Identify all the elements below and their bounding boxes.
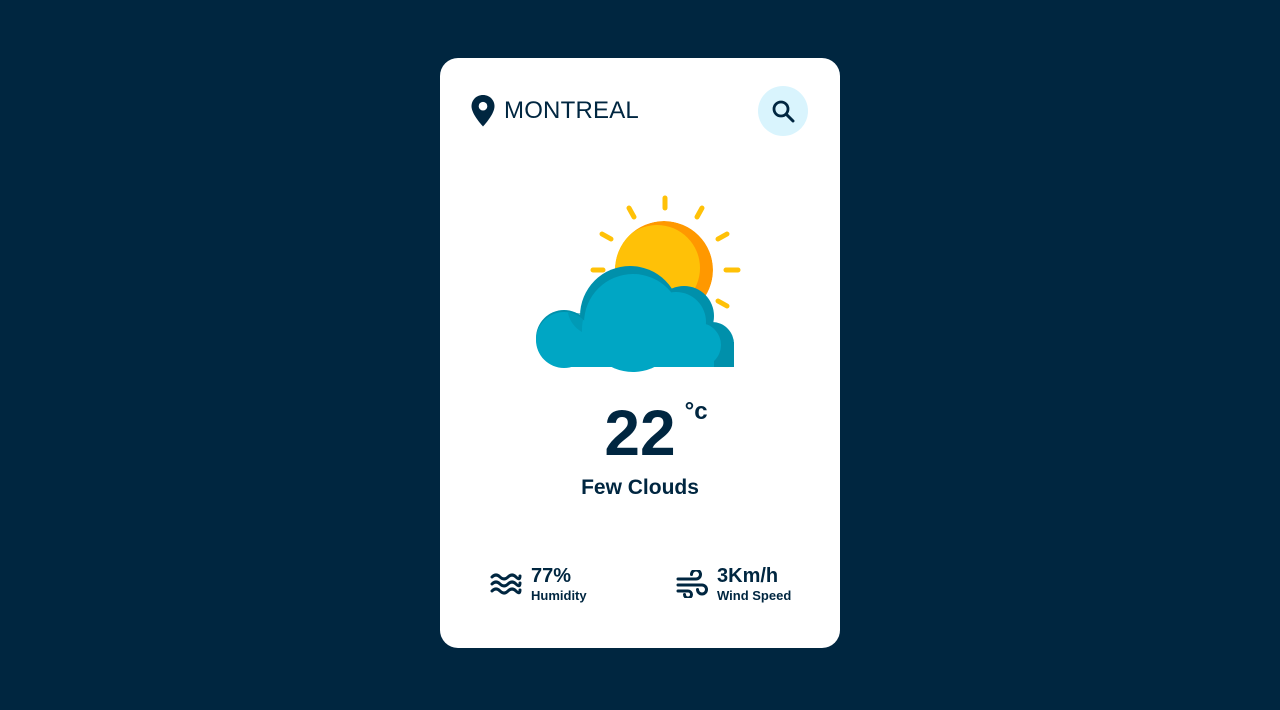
location: MONTREAL [470, 86, 639, 136]
humidity-label: Humidity [531, 587, 587, 603]
humidity-value: 77% [531, 564, 572, 587]
search-icon [772, 100, 795, 123]
wind-stat: 3Km/h Wind Speed [676, 561, 791, 607]
card-header: MONTREAL [470, 86, 810, 136]
temperature-unit: °c [684, 398, 708, 425]
wind-text: 3Km/h Wind Speed [717, 565, 791, 604]
wind-icon [676, 570, 708, 598]
weather-condition: Few Clouds [581, 476, 699, 499]
temperature-value: 22 [604, 397, 676, 469]
city-name: MONTREAL [504, 97, 639, 124]
humidity-waves-icon [490, 573, 522, 595]
search-button[interactable] [758, 86, 808, 136]
wind-value: 3Km/h [717, 564, 779, 587]
humidity-stat: 77% Humidity [490, 561, 587, 607]
temperature-block: 22 °c [440, 398, 840, 468]
few-clouds-icon [536, 195, 741, 372]
map-pin-icon [471, 95, 495, 127]
weather-card: MONTREAL 22 °c Few Clouds 77% Humidity 3… [440, 58, 840, 648]
humidity-text: 77% Humidity [531, 565, 587, 604]
wind-label: Wind Speed [717, 587, 792, 603]
temperature: 22 °c [604, 397, 707, 469]
